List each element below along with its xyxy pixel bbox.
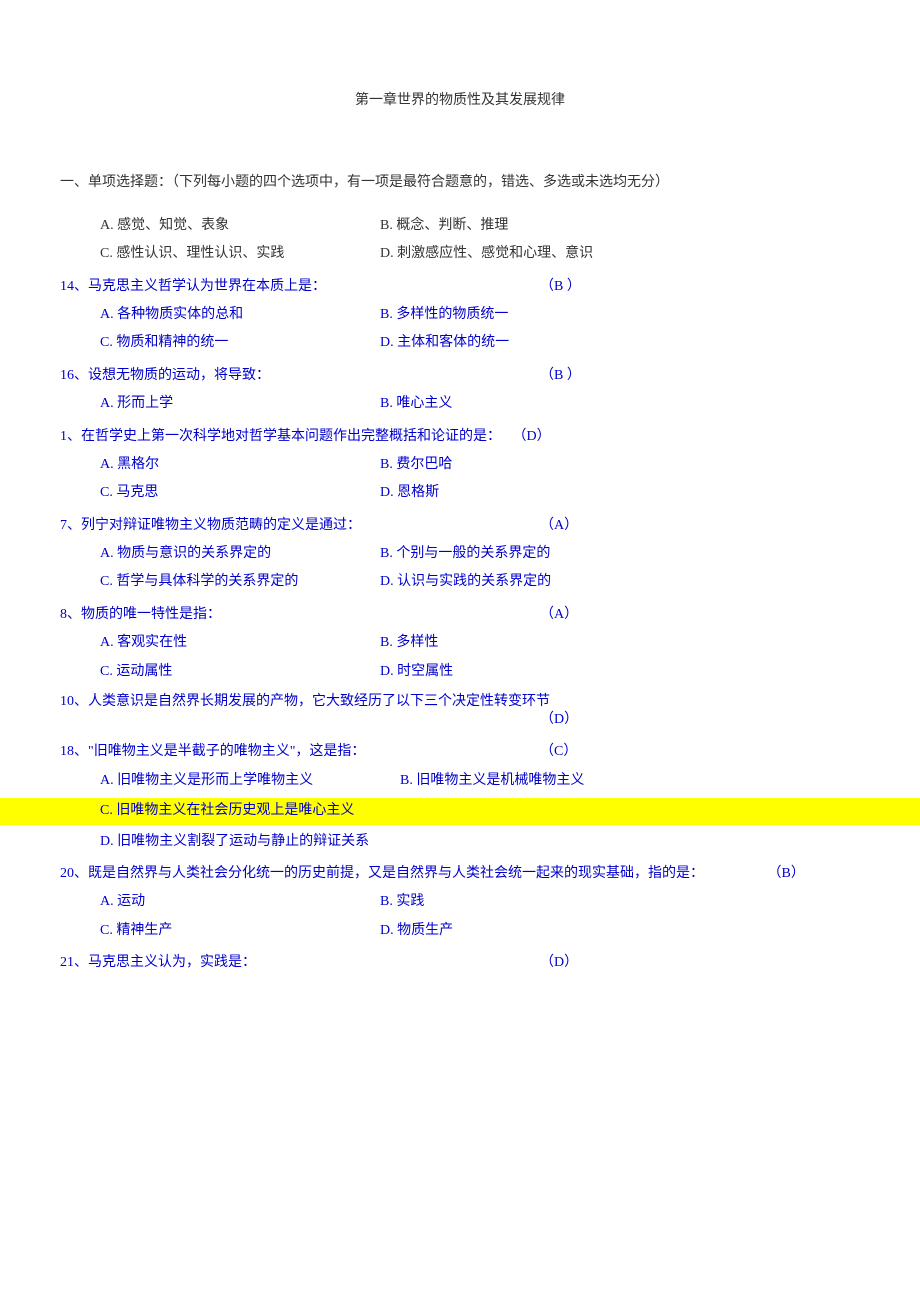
option-a: A. 感觉、知觉、表象 xyxy=(100,215,380,237)
question-16: 16、设想无物质的运动，将导致： （B ） xyxy=(60,365,860,387)
question-18: 18、"旧唯物主义是半截子的唯物主义"，这是指： （C） xyxy=(60,741,860,763)
option-row: A. 感觉、知觉、表象 B. 概念、判断、推理 xyxy=(60,215,860,237)
option-b: B. 个别与一般的关系界定的 xyxy=(380,543,860,565)
question-8: 8、物质的唯一特性是指： （A） xyxy=(60,604,860,626)
option-row: A. 各种物质实体的总和 B. 多样性的物质统一 xyxy=(60,304,860,326)
answer-mark: （B） xyxy=(768,866,805,881)
option-a: A. 黑格尔 xyxy=(100,454,380,476)
option-row: A. 客观实在性 B. 多样性 xyxy=(60,632,860,654)
option-d: D. 物质生产 xyxy=(380,920,860,942)
question-1: 1、在哲学史上第一次科学地对哲学基本问题作出完整概括和论证的是： （D） xyxy=(60,426,860,448)
option-b: B. 旧唯物主义是机械唯物主义 xyxy=(400,770,860,792)
option-b: B. 实践 xyxy=(380,891,860,913)
question-20: 20、既是自然界与人类社会分化统一的历史前提，又是自然界与人类社会统一起来的现实… xyxy=(60,863,860,885)
question-21: 21、马克思主义认为，实践是： （D） xyxy=(60,952,860,974)
answer-mark: （D） xyxy=(60,709,860,731)
option-c: C. 感性认识、理性认识、实践 xyxy=(100,243,380,265)
chapter-title: 第一章世界的物质性及其发展规律 xyxy=(60,90,860,112)
option-row: C. 物质和精神的统一 D. 主体和客体的统一 xyxy=(60,332,860,354)
option-d: D. 旧唯物主义割裂了运动与静止的辩证关系 xyxy=(100,831,369,853)
question-7: 7、列宁对辩证唯物主义物质范畴的定义是通过： （A） xyxy=(60,515,860,537)
cutoff-fragment: 10、人类意识是自然界长期发展的产物，它大致经历了以下三个决定性转变环节 xyxy=(60,691,860,709)
option-row: D. 旧唯物主义割裂了运动与静止的辩证关系 xyxy=(60,831,860,853)
option-d: D. 时空属性 xyxy=(380,661,860,683)
option-c: C. 精神生产 xyxy=(100,920,380,942)
answer-mark: （B ） xyxy=(540,365,581,387)
option-b: B. 概念、判断、推理 xyxy=(380,215,860,237)
option-row: A. 形而上学 B. 唯心主义 xyxy=(60,393,860,415)
question-text: 18、"旧唯物主义是半截子的唯物主义"，这是指： xyxy=(60,741,540,763)
option-b: B. 多样性 xyxy=(380,632,860,654)
option-b: B. 费尔巴哈 xyxy=(380,454,860,476)
option-row: C. 感性认识、理性认识、实践 D. 刺激感应性、感觉和心理、意识 xyxy=(60,243,860,265)
option-row: C. 哲学与具体科学的关系界定的 D. 认识与实践的关系界定的 xyxy=(60,571,860,593)
option-a: A. 物质与意识的关系界定的 xyxy=(100,543,380,565)
option-row: A. 黑格尔 B. 费尔巴哈 xyxy=(60,454,860,476)
option-a: A. 客观实在性 xyxy=(100,632,380,654)
option-a: A. 运动 xyxy=(100,891,380,913)
option-row: A. 旧唯物主义是形而上学唯物主义 B. 旧唯物主义是机械唯物主义 xyxy=(60,770,860,792)
option-row: A. 物质与意识的关系界定的 B. 个别与一般的关系界定的 xyxy=(60,543,860,565)
option-a: A. 旧唯物主义是形而上学唯物主义 xyxy=(100,770,400,792)
option-c: C. 马克思 xyxy=(100,482,380,504)
option-row: C. 运动属性 D. 时空属性 xyxy=(60,661,860,683)
option-b: B. 唯心主义 xyxy=(380,393,860,415)
answer-mark: （C） xyxy=(540,741,577,763)
option-c: C. 哲学与具体科学的关系界定的 xyxy=(100,571,380,593)
question-text: 14、马克思主义哲学认为世界在本质上是： xyxy=(60,276,540,298)
question-text: 20、既是自然界与人类社会分化统一的历史前提，又是自然界与人类社会统一起来的现实… xyxy=(60,866,704,881)
question-text: 1、在哲学史上第一次科学地对哲学基本问题作出完整概括和论证的是： xyxy=(60,429,501,444)
section-heading: 一、单项选择题：（下列每小题的四个选项中，有一项是最符合题意的，错选、多选或未选… xyxy=(60,172,860,194)
option-row: C. 精神生产 D. 物质生产 xyxy=(60,920,860,942)
question-text: 8、物质的唯一特性是指： xyxy=(60,604,540,626)
option-c: C. 物质和精神的统一 xyxy=(100,332,380,354)
question-14: 14、马克思主义哲学认为世界在本质上是： （B ） xyxy=(60,276,860,298)
answer-mark: （D） xyxy=(540,952,578,974)
answer-mark: （A） xyxy=(540,515,578,537)
option-row: A. 运动 B. 实践 xyxy=(60,891,860,913)
option-c: C. 运动属性 xyxy=(100,661,380,683)
question-text: 16、设想无物质的运动，将导致： xyxy=(60,365,540,387)
option-b: B. 多样性的物质统一 xyxy=(380,304,860,326)
option-d: D. 刺激感应性、感觉和心理、意识 xyxy=(380,243,860,265)
answer-mark: （D） xyxy=(513,429,551,444)
option-d: D. 恩格斯 xyxy=(380,482,860,504)
option-a: A. 形而上学 xyxy=(100,393,380,415)
option-row: C. 马克思 D. 恩格斯 xyxy=(60,482,860,504)
option-a: A. 各种物质实体的总和 xyxy=(100,304,380,326)
option-d: D. 认识与实践的关系界定的 xyxy=(380,571,860,593)
option-d: D. 主体和客体的统一 xyxy=(380,332,860,354)
question-text: 21、马克思主义认为，实践是： xyxy=(60,952,540,974)
answer-mark: （B ） xyxy=(540,276,581,298)
option-c-highlighted: C. 旧唯物主义在社会历史观上是唯心主义 xyxy=(0,798,920,824)
question-text: 7、列宁对辩证唯物主义物质范畴的定义是通过： xyxy=(60,515,540,537)
answer-mark: （A） xyxy=(540,604,578,626)
